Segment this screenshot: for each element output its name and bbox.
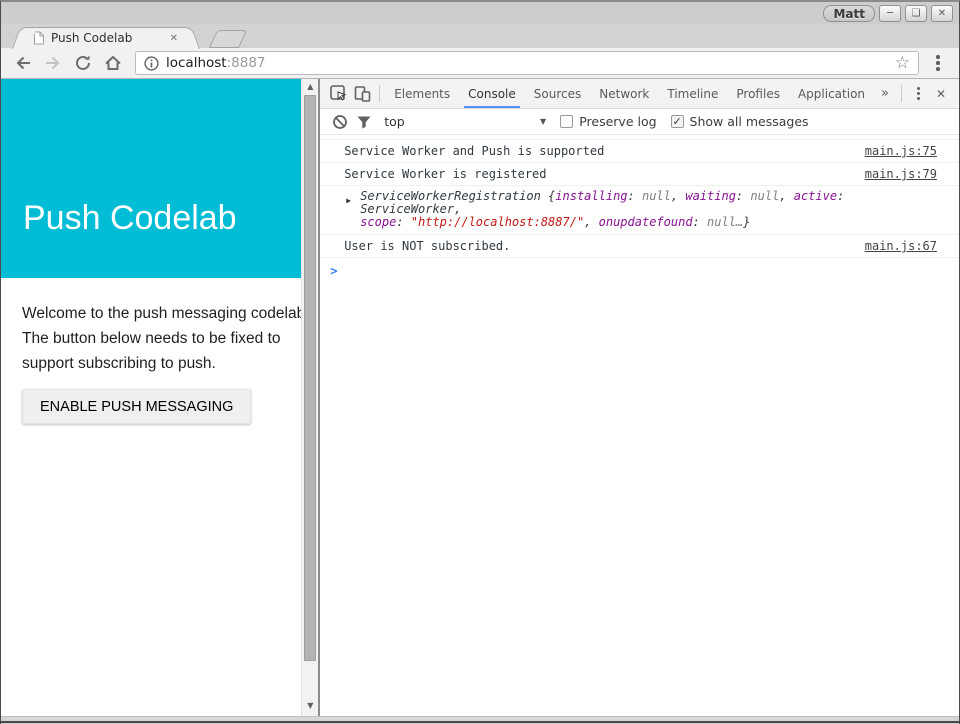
url-text[interactable]: localhost:8887 <box>166 55 888 71</box>
filter-icon[interactable] <box>352 110 376 134</box>
tab-close-icon[interactable]: ✕ <box>167 33 181 44</box>
device-toolbar-icon[interactable] <box>350 82 374 106</box>
page-hero: Push Codelab <box>1 79 318 278</box>
source-location-link[interactable]: main.js:75 <box>865 143 937 159</box>
page-title: Push Codelab <box>23 199 237 238</box>
clear-console-icon[interactable] <box>328 110 352 134</box>
forward-button[interactable] <box>39 50 67 76</box>
devtools-tab-timeline[interactable]: Timeline <box>658 79 727 108</box>
minimize-button[interactable]: ─ <box>879 5 901 22</box>
devtools-tabbar: ElementsConsoleSourcesNetworkTimelinePro… <box>320 79 959 109</box>
more-tabs-icon[interactable]: » <box>874 86 896 101</box>
browser-toolbar: localhost:8887 ☆ <box>1 48 959 79</box>
scroll-up-icon[interactable]: ▲ <box>302 82 318 91</box>
console-message-row: Service Worker is registered main.js:79 <box>320 162 959 185</box>
preserve-log-checkbox[interactable] <box>560 115 573 128</box>
tab-title: Push Codelab <box>51 31 161 45</box>
prompt-chevron-icon: > <box>330 264 337 278</box>
tab-strip: Push Codelab ✕ <box>1 24 959 48</box>
console-prompt[interactable]: > <box>320 258 959 278</box>
chrome-menu-icon[interactable] <box>925 50 951 76</box>
bookmark-star-icon[interactable]: ☆ <box>895 55 910 72</box>
new-tab-button[interactable] <box>209 30 247 48</box>
page-favicon-icon <box>33 31 45 45</box>
object-preview[interactable]: ServiceWorkerRegistration {installing: n… <box>360 190 937 229</box>
scrollbar-thumb[interactable] <box>304 95 316 661</box>
console-message-row: ▶ ServiceWorkerRegistration {installing: … <box>320 185 959 234</box>
page-scrollbar[interactable]: ▲ ▼ <box>301 79 318 716</box>
devtools-tab-profiles[interactable]: Profiles <box>727 79 789 108</box>
devtools-tab-sources[interactable]: Sources <box>525 79 590 108</box>
maximize-button[interactable]: ❏ <box>905 5 927 22</box>
browser-tab[interactable]: Push Codelab ✕ <box>27 27 185 48</box>
window-titlebar: Matt ─ ❏ ✕ <box>1 2 959 24</box>
back-button[interactable] <box>9 50 37 76</box>
devtools-menu-icon[interactable] <box>907 87 929 100</box>
web-page: Push Codelab Welcome to the push messagi… <box>1 79 318 716</box>
window-title: Matt <box>823 5 875 22</box>
execution-context-selector[interactable]: top ▼ <box>384 114 546 129</box>
console-message-row: Service Worker and Push is supported main… <box>320 139 959 162</box>
source-location-link[interactable]: main.js:79 <box>865 166 937 182</box>
devtools-tab-list: ElementsConsoleSourcesNetworkTimelinePro… <box>385 79 874 108</box>
divider <box>379 85 380 102</box>
show-all-messages-option[interactable]: ✓ Show all messages <box>671 114 809 129</box>
address-bar[interactable]: localhost:8887 ☆ <box>135 51 919 75</box>
chevron-down-icon: ▼ <box>540 117 546 126</box>
divider <box>901 85 902 102</box>
show-all-messages-checkbox[interactable]: ✓ <box>671 115 684 128</box>
scroll-down-icon[interactable]: ▼ <box>302 701 318 710</box>
page-paragraph: Welcome to the push messaging codelab. T… <box>22 301 318 376</box>
window-bottom-border <box>1 716 959 723</box>
devtools-close-icon[interactable]: ✕ <box>929 87 953 101</box>
console-message-text: Service Worker is registered <box>344 166 853 182</box>
devtools-tab-network[interactable]: Network <box>590 79 658 108</box>
console-message-text: Service Worker and Push is supported <box>344 143 853 159</box>
devtools-panel: ElementsConsoleSourcesNetworkTimelinePro… <box>320 79 959 716</box>
reload-button[interactable] <box>69 50 97 76</box>
console-toolbar: top ▼ Preserve log ✓ Show all messages <box>320 109 959 135</box>
page-info-icon[interactable] <box>144 56 159 71</box>
expand-triangle-icon[interactable]: ▶ <box>346 194 351 207</box>
devtools-tab-application[interactable]: Application <box>789 79 874 108</box>
devtools-tab-console[interactable]: Console <box>459 79 525 108</box>
browser-window: Matt ─ ❏ ✕ Push Codelab ✕ <box>0 0 960 724</box>
source-location-link[interactable]: main.js:67 <box>865 238 937 254</box>
close-button[interactable]: ✕ <box>931 5 953 22</box>
preserve-log-option[interactable]: Preserve log <box>560 114 656 129</box>
content-area: Push Codelab Welcome to the push messagi… <box>1 79 959 716</box>
console-message-text: User is NOT subscribed. <box>344 238 853 254</box>
console-log: Service Worker and Push is supported main… <box>320 135 959 716</box>
devtools-tab-elements[interactable]: Elements <box>385 79 459 108</box>
inspect-element-icon[interactable] <box>326 82 350 106</box>
console-message-row: User is NOT subscribed. main.js:67 <box>320 234 959 258</box>
enable-push-button[interactable]: ENABLE PUSH MESSAGING <box>22 389 251 424</box>
home-button[interactable] <box>99 50 127 76</box>
